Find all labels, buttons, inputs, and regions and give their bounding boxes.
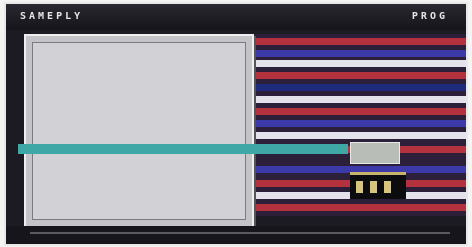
list-item[interactable]	[41, 127, 171, 136]
screen-frame: SAMEPLY PROG	[6, 4, 466, 244]
stripe-row	[242, 50, 466, 57]
stripe-row	[242, 96, 466, 103]
list-item[interactable]	[41, 79, 171, 88]
dialog-content	[32, 42, 246, 220]
selection-highlight-bar[interactable]	[18, 144, 348, 154]
indicator-notch	[384, 181, 391, 193]
stripe-row	[242, 72, 466, 79]
list-item[interactable]	[41, 193, 171, 202]
list-item[interactable]	[41, 69, 171, 78]
stripe-row	[242, 204, 466, 211]
indicator-notch	[356, 181, 363, 193]
bottom-divider	[30, 232, 450, 234]
indicator-notch	[370, 181, 377, 193]
stripe-row	[242, 60, 466, 67]
stripe-row	[242, 108, 466, 115]
stripe-row	[242, 38, 466, 45]
settings-dialog	[24, 34, 254, 228]
stripe-row	[242, 132, 466, 139]
list-item[interactable]	[41, 115, 171, 124]
title-bar: SAMEPLY PROG	[6, 4, 466, 30]
list-item[interactable]	[41, 91, 171, 100]
list-item[interactable]	[41, 203, 171, 212]
list-item[interactable]	[41, 213, 171, 222]
stripe-row	[242, 120, 466, 127]
list-item[interactable]	[41, 59, 171, 68]
title-left: SAMEPLY	[20, 11, 84, 22]
list-item[interactable]	[41, 49, 171, 58]
stripe-row	[242, 84, 466, 91]
bottom-bar	[6, 226, 466, 244]
list-item[interactable]	[41, 103, 171, 112]
status-box	[350, 142, 400, 164]
title-right: PROG	[411, 11, 448, 22]
indicator-block	[350, 172, 406, 199]
